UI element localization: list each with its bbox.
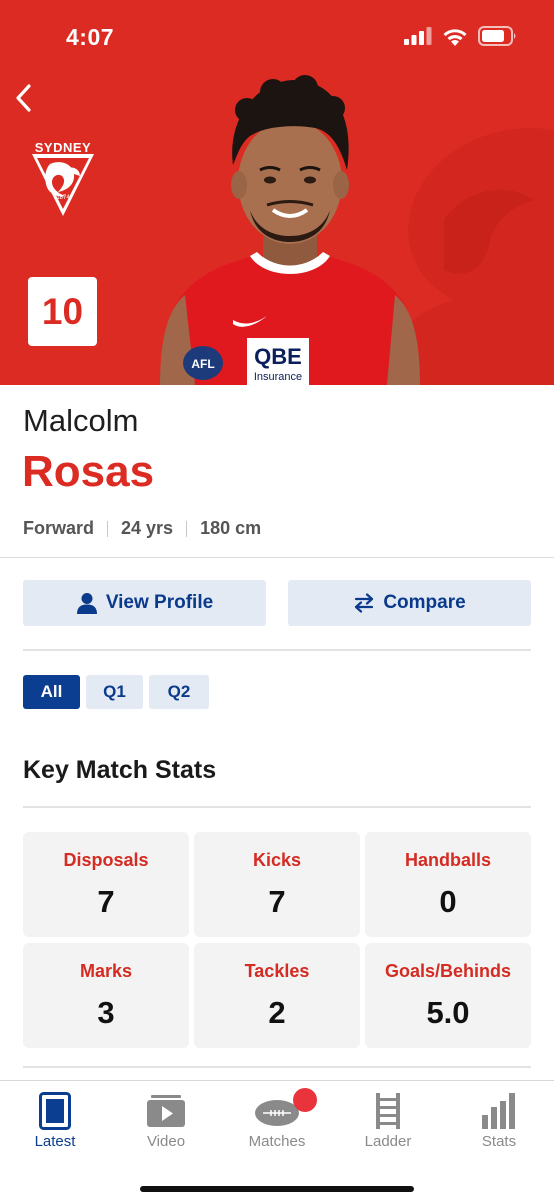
ladder-icon (376, 1093, 400, 1129)
stat-label: Marks (79, 961, 133, 981)
stat-label: Goals/Behinds (384, 961, 512, 981)
nav-matches[interactable]: Matches (222, 1081, 332, 1161)
compare-button[interactable]: Compare (288, 580, 531, 626)
player-position: Forward (23, 518, 95, 538)
afl-badge-text: AFL (191, 357, 214, 371)
stat-label: Tackles (244, 961, 310, 981)
notification-dot (293, 1088, 317, 1112)
home-indicator (140, 1186, 414, 1192)
wifi-icon (443, 28, 467, 46)
tab-q2[interactable]: Q2 (149, 675, 209, 709)
stat-value: 7 (268, 884, 286, 919)
nav-latest[interactable]: Latest (0, 1081, 110, 1161)
nav-ladder[interactable]: Ladder (333, 1081, 443, 1161)
nav-stats[interactable]: Stats (444, 1081, 554, 1161)
stat-value: 7 (97, 884, 115, 919)
tab-q1[interactable]: Q1 (86, 675, 143, 709)
section-title: Key Match Stats (23, 756, 217, 784)
section-divider (23, 806, 531, 808)
chevron-left-icon (16, 84, 31, 112)
status-time: 4:07 (66, 24, 115, 50)
stat-value: 5.0 (426, 995, 470, 1030)
player-photo: AFL QBE Insurance (160, 75, 420, 385)
bottom-nav: Latest Video Matches Ladder Stats (0, 1080, 554, 1200)
battery-icon (478, 26, 516, 46)
nav-label: Latest (34, 1133, 76, 1150)
back-button[interactable] (8, 78, 38, 118)
swap-arrows-icon (355, 593, 374, 613)
stat-card-disposals: Disposals 7 (23, 832, 189, 937)
stat-card-goals-behinds: Goals/Behinds 5.0 (365, 943, 531, 1048)
player-hero: 4:07 SYDNEY 1874 10 AFL QBE Insurance (0, 0, 554, 385)
sponsor-subtitle: Insurance (254, 371, 302, 383)
sponsor-name: QBE (254, 344, 302, 369)
person-icon (76, 593, 97, 614)
view-profile-button[interactable]: View Profile (23, 580, 266, 626)
stat-card-kicks: Kicks 7 (194, 832, 360, 937)
player-bio: Forward 24 yrs 180 cm (23, 518, 261, 539)
video-icon (147, 1095, 185, 1127)
stat-value: 0 (439, 884, 457, 919)
stat-value: 3 (97, 995, 115, 1030)
bio-divider (186, 520, 188, 537)
nav-label: Ladder (364, 1133, 412, 1150)
nav-label: Matches (248, 1133, 306, 1150)
nav-label: Stats (481, 1133, 517, 1150)
player-height: 180 cm (200, 518, 262, 538)
stat-label: Disposals (63, 850, 149, 870)
section-divider (0, 557, 554, 558)
jersey-number: 10 (28, 277, 97, 346)
section-divider (23, 1066, 531, 1068)
signal-icon (404, 27, 432, 45)
stat-label: Handballs (404, 850, 492, 870)
player-age: 24 yrs (121, 518, 174, 538)
nav-video[interactable]: Video (111, 1081, 221, 1161)
stat-value: 2 (268, 995, 286, 1030)
stat-card-marks: Marks 3 (23, 943, 189, 1048)
stat-card-tackles: Tackles 2 (194, 943, 360, 1048)
stat-card-handballs: Handballs 0 (365, 832, 531, 937)
club-logo: SYDNEY 1874 (28, 140, 98, 220)
player-first-name: Malcolm (23, 403, 139, 438)
nav-label: Video (146, 1133, 186, 1150)
bar-chart-icon (482, 1093, 515, 1129)
compare-label: Compare (383, 592, 466, 613)
club-name: SYDNEY (34, 140, 92, 155)
player-last-name: Rosas (22, 447, 155, 496)
status-bar: 4:07 (0, 0, 554, 70)
tab-all[interactable]: All (23, 675, 80, 709)
latest-icon (39, 1092, 71, 1130)
stat-label: Kicks (252, 850, 302, 870)
club-year: 1874 (56, 195, 70, 201)
status-icons (404, 26, 518, 46)
bio-divider (107, 520, 109, 537)
view-profile-label: View Profile (105, 592, 214, 613)
section-divider (23, 649, 531, 651)
swan-logo-icon (32, 154, 94, 216)
